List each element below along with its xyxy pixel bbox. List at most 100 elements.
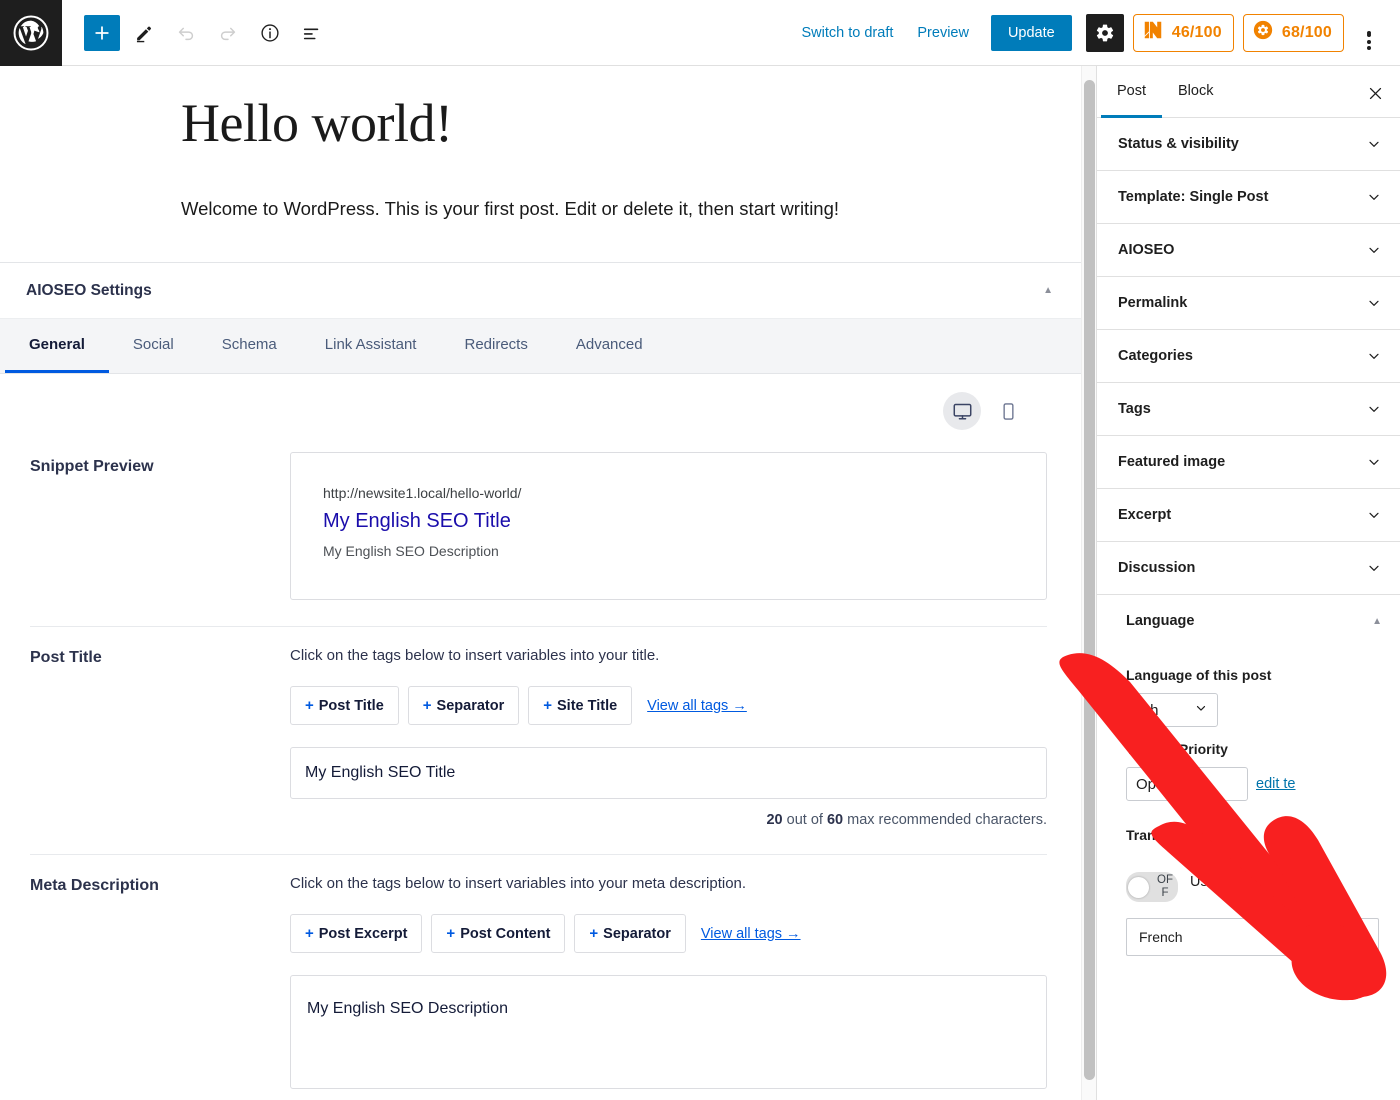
toggle-knob — [1128, 876, 1149, 898]
snippet-description: My English SEO Description — [323, 543, 499, 560]
chevron-down-icon — [1366, 507, 1382, 523]
edit-tool-button[interactable] — [126, 15, 162, 51]
sidebar-tab-bar: Post Block — [1097, 66, 1400, 118]
snippet-preview-row: Snippet Preview http://newsite1.local/he… — [30, 436, 1047, 626]
editor-scrollbar-track[interactable] — [1081, 66, 1096, 1100]
editor-scrollbar-thumb[interactable] — [1084, 80, 1095, 1080]
language-of-this-post-label: Language of this post — [1126, 667, 1272, 683]
tab-link-assistant[interactable]: Link Assistant — [301, 319, 441, 373]
toolbar-right-actions: Switch to draft Preview Update 46/100 68… — [790, 13, 1400, 52]
translation-row-french[interactable]: French — [1126, 918, 1379, 957]
aioseo-settings-panel: AIOSEO Settings ▲ General Social Schema … — [0, 262, 1081, 1100]
post-content-block: Hello world! Welcome to WordPress. This … — [0, 66, 1081, 223]
tag-button-post-excerpt[interactable]: + Post Excerpt — [290, 914, 423, 954]
post-paragraph-block[interactable]: Welcome to WordPress. This is your first… — [181, 195, 1081, 223]
view-all-tags-link[interactable]: View all tags → — [701, 926, 801, 942]
undo-button[interactable] — [168, 15, 204, 51]
post-title-input[interactable] — [290, 747, 1047, 800]
language-select[interactable]: lish — [1126, 693, 1218, 727]
tag-button-label: Separator — [436, 697, 505, 714]
tag-button-post-content[interactable]: + Post Content — [431, 914, 566, 954]
mobile-phone-icon[interactable] — [989, 392, 1027, 430]
post-title-hint: Click on the tags below to insert variab… — [290, 647, 660, 665]
aioseo-panel-header[interactable]: AIOSEO Settings ▲ — [0, 263, 1081, 320]
close-x-icon[interactable] — [1360, 78, 1390, 108]
tab-post[interactable]: Post — [1101, 66, 1163, 118]
tag-button-label: Post Title — [318, 697, 384, 714]
toggle-state-label: OF F — [1157, 874, 1173, 900]
desktop-monitor-icon[interactable] — [943, 392, 981, 431]
redo-button[interactable] — [210, 15, 246, 51]
sidebar-panel-tags[interactable]: Tags — [1097, 383, 1400, 436]
edit-translation-priorities-link[interactable]: edit te — [1256, 776, 1296, 792]
translations-text: Transla — [1126, 827, 1176, 843]
tab-social[interactable]: Social — [109, 319, 198, 373]
sidebar-panel-aioseo[interactable]: AIOSEO — [1097, 224, 1400, 277]
tab-block[interactable]: Block — [1162, 66, 1229, 118]
sidebar-panel-label: Featured image — [1118, 454, 1226, 470]
plus-icon: + — [446, 925, 456, 943]
details-info-icon[interactable] — [252, 15, 288, 51]
snippet-preview-box: http://newsite1.local/hello-world/ My En… — [290, 452, 1047, 601]
update-button[interactable]: Update — [990, 14, 1072, 51]
translation-priority-select[interactable]: Optional — [1126, 767, 1248, 801]
switch-to-draft-button[interactable]: Switch to draft — [790, 17, 906, 49]
meta-description-hint: Click on the tags below to insert variab… — [290, 875, 747, 893]
hide-translations-link[interactable]: hide — [1180, 828, 1210, 844]
editor-toolbar: Switch to draft Preview Update 46/100 68… — [0, 0, 1400, 66]
sidebar-panel-excerpt[interactable]: Excerpt — [1097, 489, 1400, 542]
use-wpml-editor-toggle[interactable]: OF F — [1126, 872, 1178, 903]
use-wpml-editor-label: Use WPML's Editor — [1190, 874, 1316, 890]
sidebar-panel-label: AIOSEO — [1118, 242, 1175, 258]
sidebar-panel-status-visibility[interactable]: Status & visibility — [1097, 118, 1400, 171]
translations-label: Transla(hide) — [1126, 827, 1215, 844]
char-count-suffix: max recommended characters. — [843, 812, 1047, 829]
meta-description-input[interactable]: My English SEO Description — [290, 975, 1047, 1090]
sidebar-panel-language[interactable]: Language ▲ — [1097, 595, 1400, 647]
sidebar-panel-label: Template: Single Post — [1118, 189, 1269, 205]
sidebar-panel-permalink[interactable]: Permalink — [1097, 277, 1400, 330]
tag-button-separator[interactable]: + Separator — [574, 914, 686, 954]
settings-gear-icon[interactable] — [1085, 13, 1124, 52]
post-title-heading[interactable]: Hello world! — [181, 93, 1081, 153]
sidebar-panel-label: Excerpt — [1118, 507, 1172, 523]
sidebar-panel-featured-image[interactable]: Featured image — [1097, 436, 1400, 489]
wordpress-block-editor: Switch to draft Preview Update 46/100 68… — [0, 0, 1400, 1100]
add-block-button[interactable] — [84, 14, 120, 51]
tab-general[interactable]: General — [5, 319, 109, 374]
tab-schema[interactable]: Schema — [198, 319, 301, 373]
seo-score-badge[interactable]: 46/100 — [1132, 13, 1234, 52]
sidebar-panel-template[interactable]: Template: Single Post — [1097, 171, 1400, 224]
meta-description-field-label: Meta Description — [30, 877, 159, 895]
translation-priority-value: Optional — [1136, 775, 1192, 793]
tag-button-site-title[interactable]: + Site Title — [528, 686, 633, 726]
wordpress-logo-icon[interactable] — [0, 0, 62, 66]
aioseo-panel-title: AIOSEO Settings — [26, 281, 152, 299]
char-count-max: 60 — [826, 812, 844, 829]
preview-button[interactable]: Preview — [905, 17, 981, 49]
tab-redirects[interactable]: Redirects — [440, 319, 551, 373]
view-all-tags-link[interactable]: View all tags → — [647, 698, 747, 714]
tab-advanced[interactable]: Advanced — [552, 319, 667, 373]
language-select-value: lish — [1136, 701, 1159, 719]
tag-button-post-title[interactable]: + Post Title — [290, 686, 399, 726]
list-view-icon[interactable] — [294, 15, 330, 51]
edit-pencil-icon[interactable] — [1338, 927, 1368, 947]
tag-button-label: Site Title — [557, 697, 618, 714]
wpml-editor-toggle-row: OF F Use WPML's Editor — [1126, 872, 1371, 903]
kebab-menu-icon[interactable] — [1352, 14, 1386, 52]
readability-score-value: 68/100 — [1281, 23, 1332, 41]
aioseo-general-tab-body: Snippet Preview http://newsite1.local/he… — [0, 374, 1081, 1100]
caret-up-icon[interactable]: ▲ — [1043, 285, 1053, 296]
snippet-url: http://newsite1.local/hello-world/ — [323, 485, 522, 502]
tag-button-separator[interactable]: + Separator — [407, 686, 520, 726]
sidebar-panel-discussion[interactable]: Discussion — [1097, 542, 1400, 595]
sidebar-panel-label: Discussion — [1118, 560, 1196, 576]
post-title-character-count: 20 out of 60 max recommended characters. — [290, 812, 1047, 828]
post-title-tag-buttons: + Post Title + Separator + Site Title Vi… — [290, 686, 1047, 726]
sidebar-panel-categories[interactable]: Categories — [1097, 330, 1400, 383]
language-panel-body: Language of this post lish Transla Prior… — [1097, 647, 1400, 957]
readability-score-badge[interactable]: 68/100 — [1242, 13, 1344, 52]
snippet-preview-label: Snippet Preview — [30, 458, 154, 476]
caret-up-icon[interactable]: ▲ — [1372, 616, 1382, 627]
